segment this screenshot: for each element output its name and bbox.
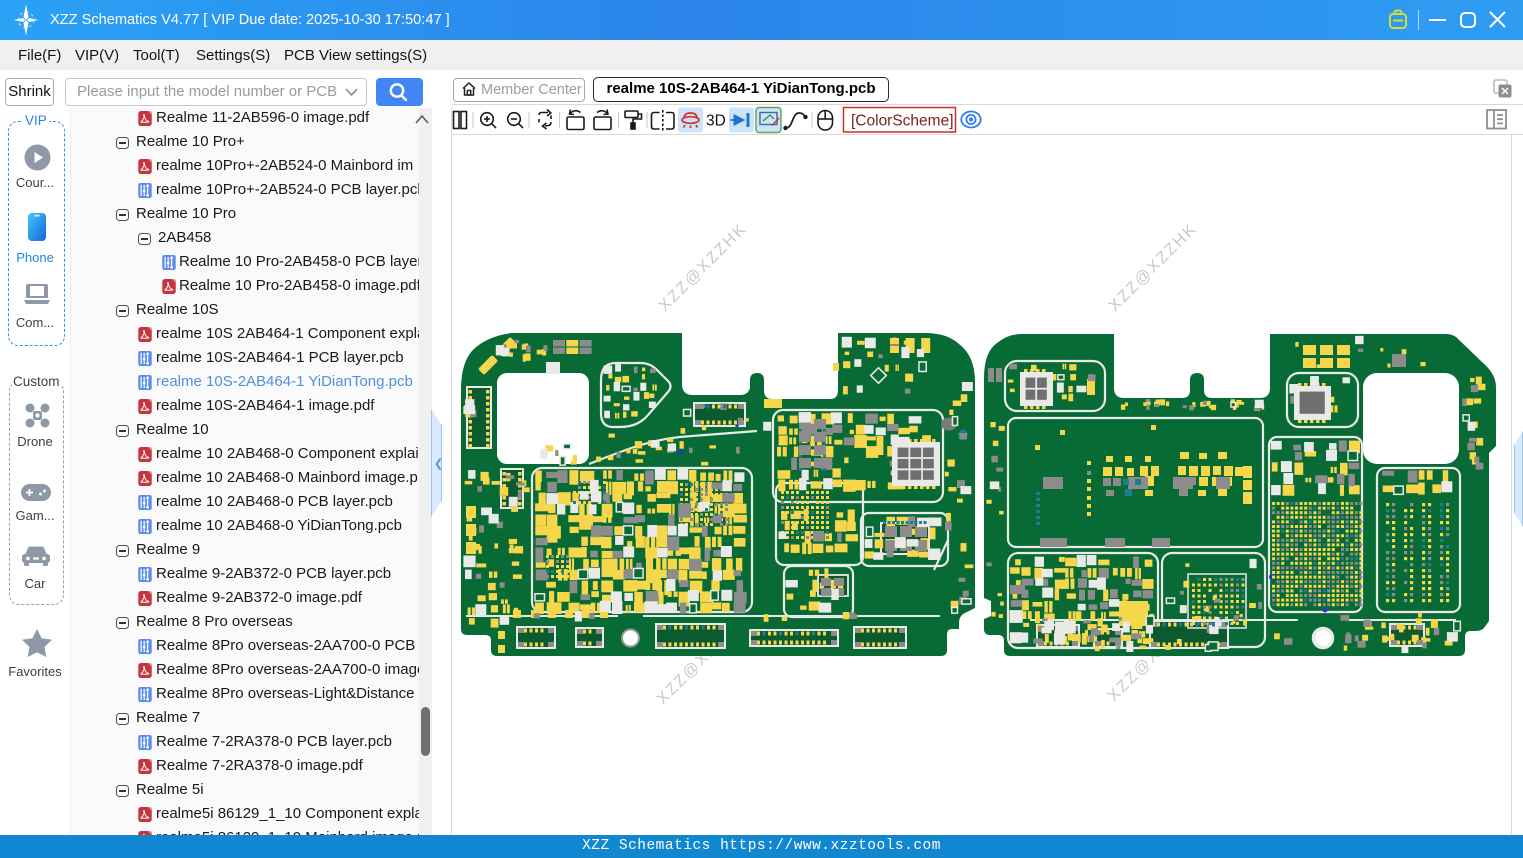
svg-text:[ColorScheme]: [ColorScheme]: [851, 113, 954, 130]
svg-text:XZZ@XZZHK: XZZ@XZZHK: [1106, 220, 1201, 315]
svg-text:3D: 3D: [706, 113, 726, 130]
svg-text:XZZ@XZZHK: XZZ@XZZHK: [656, 220, 751, 315]
